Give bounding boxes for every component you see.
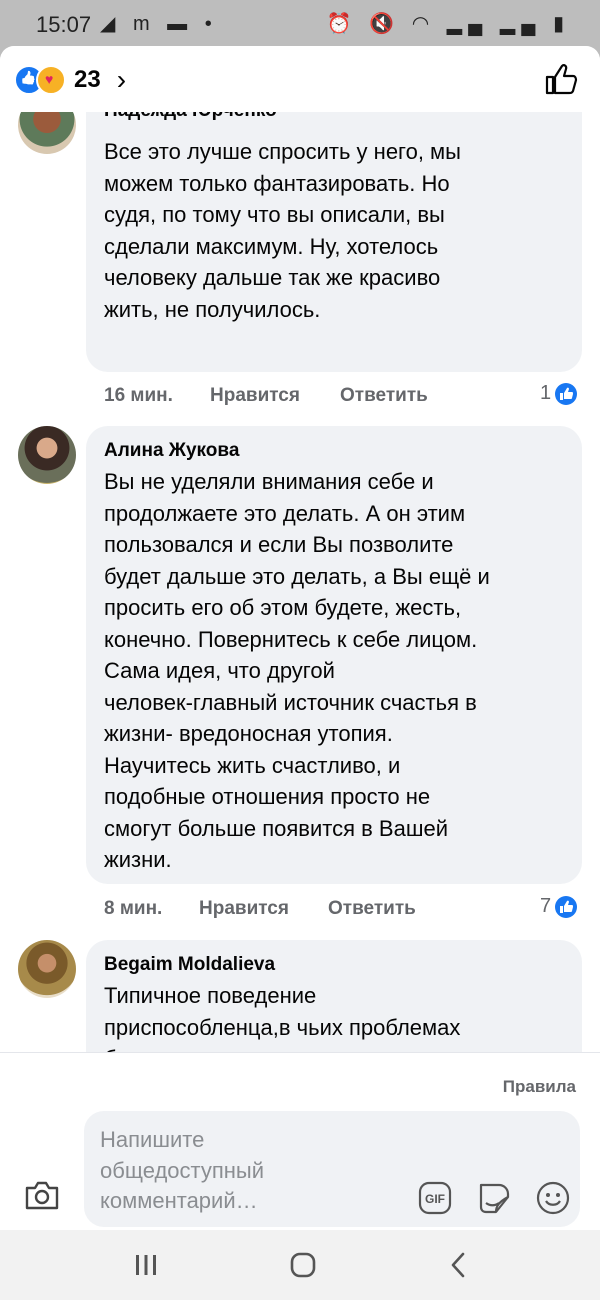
nav-home-icon[interactable] bbox=[290, 1252, 316, 1278]
avatar[interactable] bbox=[18, 426, 76, 484]
comment-text: Типичное поведение приспособленца,в чьих… bbox=[104, 983, 461, 1052]
like-count-value: 1 bbox=[540, 382, 552, 404]
nav-back-icon[interactable] bbox=[450, 1252, 466, 1278]
comment-text: Все это лучше спросить у него, мы можем … bbox=[104, 139, 461, 322]
notification-icons: ◢ m ▬ • bbox=[100, 13, 218, 35]
comment-like-count[interactable]: 1 bbox=[540, 382, 578, 405]
comment-bubble[interactable]: Алина Жукова Вы не уделяли внимания себе… bbox=[86, 426, 582, 884]
thumbs-up-icon[interactable] bbox=[544, 62, 578, 96]
reaction-count: 23 bbox=[74, 66, 101, 93]
comment-author[interactable]: Надежда Юрченко bbox=[104, 112, 277, 122]
emoji-icon[interactable] bbox=[536, 1181, 570, 1215]
comment-text: Вы не уделяли внимания себе и продолжает… bbox=[104, 469, 490, 872]
comment-placeholder: Напишите общедоступный комментарий… bbox=[100, 1127, 265, 1213]
comment-time: 8 мин. bbox=[104, 898, 163, 919]
nav-recent-icon[interactable] bbox=[134, 1254, 158, 1276]
svg-text:GIF: GIF bbox=[425, 1192, 445, 1206]
like-comment-button[interactable]: Нравится bbox=[210, 385, 300, 407]
system-navigation-bar bbox=[0, 1230, 600, 1300]
status-time: 15:07 bbox=[36, 12, 92, 37]
camera-icon[interactable] bbox=[24, 1179, 60, 1211]
comment-composer: Правила Напишите общедоступный комментар… bbox=[0, 1052, 600, 1230]
avatar[interactable] bbox=[18, 940, 76, 998]
comment-bubble[interactable]: Begaim Moldalieva Типичное поведение при… bbox=[86, 940, 582, 1052]
reactions-summary[interactable]: 23 › bbox=[14, 64, 126, 96]
like-badge-icon bbox=[555, 382, 578, 405]
reply-button[interactable]: Ответить bbox=[340, 385, 428, 407]
comment-like-count[interactable]: 7 bbox=[540, 895, 578, 918]
gif-icon[interactable]: GIF bbox=[418, 1181, 452, 1215]
comment-list: Надежда Юрченко Все это лучше спросить у… bbox=[0, 112, 600, 1052]
sticker-icon[interactable] bbox=[476, 1181, 512, 1215]
system-status-icons: ⏰ 🔇 ◠ ▂▄ ▂▄ ▮ bbox=[326, 13, 570, 35]
comment-time: 16 мин. bbox=[104, 385, 173, 406]
reply-button[interactable]: Ответить bbox=[328, 898, 416, 920]
comment-input[interactable]: Напишите общедоступный комментарий… GIF bbox=[84, 1111, 580, 1227]
like-badge-icon bbox=[555, 895, 578, 918]
comment-author[interactable]: Алина Жукова bbox=[104, 440, 239, 462]
comment-author[interactable]: Begaim Moldalieva bbox=[104, 954, 275, 976]
status-bar: 15:07 ◢ m ▬ • ⏰ 🔇 ◠ ▂▄ ▂▄ ▮ bbox=[0, 0, 600, 46]
rules-link[interactable]: Правила bbox=[503, 1077, 576, 1097]
like-count-value: 7 bbox=[540, 895, 552, 917]
chevron-right-icon: › bbox=[116, 64, 127, 95]
like-comment-button[interactable]: Нравится bbox=[199, 898, 289, 920]
comment-bubble[interactable]: Надежда Юрченко Все это лучше спросить у… bbox=[86, 112, 582, 372]
avatar[interactable] bbox=[18, 112, 76, 154]
sheet-header: 23 › bbox=[0, 46, 600, 112]
comments-sheet: 23 › Надежда Юрченко Все это лучше спрос… bbox=[0, 46, 600, 1230]
care-icon bbox=[36, 65, 66, 95]
